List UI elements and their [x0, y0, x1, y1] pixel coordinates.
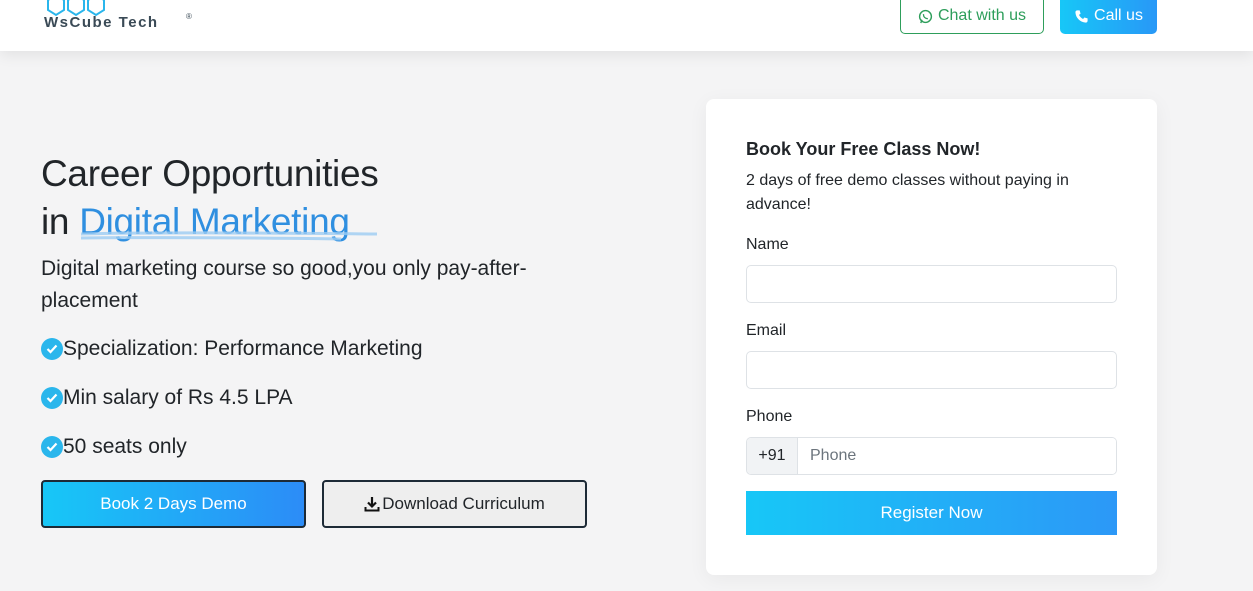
- book-demo-label: Book 2 Days Demo: [100, 494, 247, 513]
- name-input[interactable]: [746, 265, 1117, 303]
- form-title: Book Your Free Class Now!: [746, 139, 981, 159]
- phone-country-code: +91: [747, 438, 798, 474]
- name-label: Name: [746, 236, 789, 253]
- phone-icon: [1075, 9, 1088, 23]
- call-us-button[interactable]: Call us: [1060, 0, 1157, 34]
- logo-text-main: WsCube: [44, 14, 113, 31]
- chat-with-us-button[interactable]: Chat with us: [900, 0, 1044, 34]
- logo-text: WsCube Tech: [44, 14, 159, 31]
- feature-item: Specialization: Performance Marketing: [41, 336, 423, 362]
- feature-item: Min salary of Rs 4.5 LPA: [41, 385, 293, 411]
- phone-input[interactable]: [798, 438, 1116, 474]
- form-description: 2 days of free demo classes without payi…: [746, 172, 1069, 213]
- hero-title-accent-wrap: Digital Marketing: [79, 198, 378, 246]
- logo-registered-mark: ®: [186, 12, 192, 21]
- check-circle-icon: [41, 436, 63, 458]
- wscube-logo[interactable]: WsCube Tech ®: [42, 0, 202, 38]
- phone-field-group: +91: [746, 437, 1117, 475]
- email-label: Email: [746, 322, 787, 339]
- register-now-label: Register Now: [880, 503, 983, 522]
- whatsapp-icon: [918, 9, 933, 23]
- check-circle-icon: [41, 338, 63, 360]
- email-input[interactable]: [746, 351, 1117, 389]
- chat-label: Chat with us: [937, 7, 1027, 24]
- feature-item: 50 seats only: [41, 434, 187, 460]
- hero-title-in: in: [41, 201, 70, 242]
- check-circle-icon: [41, 387, 63, 409]
- feature-text: 50 seats only: [63, 435, 187, 458]
- feature-text: Min salary of Rs 4.5 LPA: [63, 386, 293, 409]
- download-curriculum-label: Download Curriculum: [382, 494, 545, 513]
- site-header: WsCube Tech ® Chat with us Call us: [0, 0, 1253, 51]
- register-now-button[interactable]: Register Now: [746, 491, 1117, 535]
- hero-subtitle: Digital marketing course so good,you onl…: [41, 257, 527, 312]
- phone-label: Phone: [746, 408, 793, 425]
- hero-title-line1: Career Opportunities: [41, 153, 379, 194]
- download-icon: [364, 497, 380, 512]
- logo-text-tech: Tech: [118, 14, 159, 31]
- feature-text: Specialization: Performance Marketing: [63, 337, 423, 360]
- download-curriculum-button[interactable]: Download Curriculum: [322, 480, 587, 528]
- booking-form-card: Book Your Free Class Now! 2 days of free…: [706, 99, 1157, 575]
- book-demo-button[interactable]: Book 2 Days Demo: [41, 480, 306, 528]
- hero-title: Career Opportunities in Digital Marketin…: [41, 150, 561, 246]
- scribble-underline-icon: [81, 231, 378, 241]
- call-label: Call us: [1094, 7, 1143, 24]
